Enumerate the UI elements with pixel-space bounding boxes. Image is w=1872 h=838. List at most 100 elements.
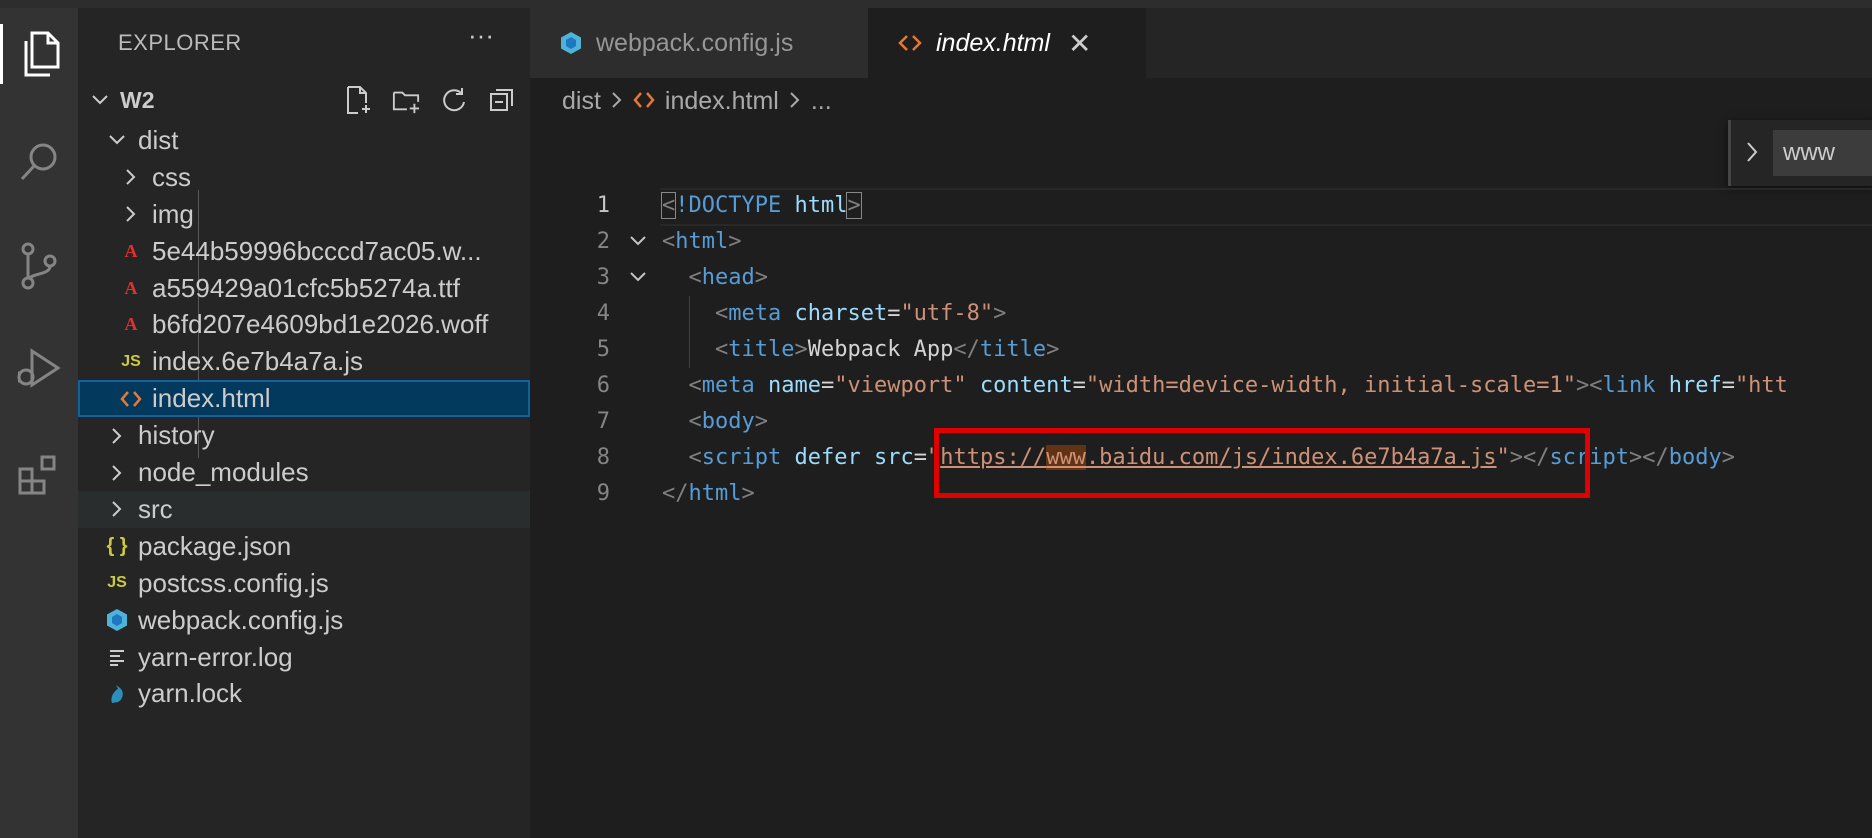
file-item-package-json[interactable]: { } package.json: [78, 528, 530, 565]
code-token: <: [688, 373, 702, 398]
code-token: title: [728, 337, 795, 362]
code-line[interactable]: 1 <!DOCTYPE html>: [0, 188, 1872, 224]
code-text: <title>Webpack App</title>: [662, 332, 1059, 368]
code-token: =: [820, 373, 835, 398]
new-file-icon[interactable]: [344, 86, 372, 114]
code-token: title: [979, 337, 1047, 362]
workspace-name: W2: [120, 86, 155, 113]
file-item-webpack-config-js[interactable]: webpack.config.js: [78, 602, 530, 639]
code-token: >: [794, 337, 808, 362]
code-line[interactable]: 3 <head>: [0, 260, 1872, 296]
code-token: link: [1602, 373, 1656, 398]
chevron-right-icon[interactable]: [1745, 140, 1759, 169]
explorer-icon[interactable]: [0, 24, 78, 84]
html-file-icon: [633, 87, 655, 116]
code-token: </: [953, 337, 980, 362]
breadcrumb: dist index.html ...: [562, 84, 832, 118]
code-token: defer: [794, 445, 861, 470]
tree-item-label: yarn.lock: [138, 678, 243, 709]
code-text: <head>: [662, 260, 768, 296]
code-line[interactable]: 2 <html>: [0, 224, 1872, 260]
line-number: 6: [596, 373, 610, 398]
log-file-icon: [102, 648, 132, 667]
code-token: <: [688, 265, 702, 290]
code-text: <meta name="viewport" content="width=dev…: [662, 368, 1788, 404]
code-text: <!DOCTYPE html>: [660, 188, 862, 224]
line-number: 8: [596, 445, 610, 470]
code-token: =: [1721, 373, 1735, 398]
code-token: </: [662, 481, 689, 506]
code-token: <: [688, 445, 702, 470]
code-token: <: [714, 337, 729, 362]
breadcrumb-file[interactable]: index.html: [665, 87, 779, 116]
code-token: >: [1046, 337, 1060, 362]
file-item-postcss-config-js[interactable]: JS postcss.config.js: [78, 565, 530, 602]
search-icon[interactable]: [0, 132, 78, 192]
code-token: "utf-8": [900, 301, 994, 326]
code-text: <body>: [662, 404, 768, 440]
line-number: 3: [596, 265, 610, 290]
code-token: ></: [1629, 445, 1669, 470]
tab-index-html[interactable]: index.html ✕: [868, 8, 1146, 78]
close-icon[interactable]: ✕: [1068, 27, 1091, 60]
code-token: <: [688, 409, 702, 434]
folder-item-dist[interactable]: dist: [78, 122, 530, 159]
chevron-right-icon: [116, 168, 146, 186]
code-text: <html>: [662, 224, 741, 260]
fold-chevron-icon[interactable]: [628, 230, 648, 255]
code-token: =: [887, 301, 901, 326]
fold-chevron-icon[interactable]: [628, 266, 648, 291]
code-token: html: [675, 229, 729, 254]
breadcrumb-more[interactable]: ...: [811, 87, 832, 116]
code-token: body: [701, 409, 755, 434]
js-file-icon: JS: [107, 574, 127, 592]
code-line[interactable]: 5 <title>Webpack App</title>: [0, 332, 1872, 368]
code-token: "viewport": [834, 373, 967, 398]
code-token: >: [754, 265, 768, 290]
webpack-icon: [560, 31, 582, 55]
chevron-down-icon: [86, 94, 114, 106]
code-token: name: [767, 373, 821, 398]
code-token: >: [1721, 445, 1736, 470]
tree-item-label: postcss.config.js: [138, 567, 329, 598]
breadcrumb-folder[interactable]: dist: [562, 87, 601, 116]
refresh-icon[interactable]: [440, 86, 468, 114]
code-token: head: [701, 265, 755, 290]
code-token: script: [701, 445, 782, 470]
code-token: charset: [794, 301, 888, 326]
code-token: <: [662, 229, 676, 254]
code-line[interactable]: 4 <meta charset="utf-8">: [0, 296, 1872, 332]
line-number: 7: [596, 409, 610, 434]
webpack-icon: [102, 608, 132, 632]
collapse-all-icon[interactable]: [488, 86, 516, 114]
tree-item-label: yarn-error.log: [138, 641, 293, 672]
html-file-icon: [898, 33, 922, 53]
file-item-yarn-error-log[interactable]: yarn-error.log: [78, 639, 530, 676]
code-token: src: [873, 445, 914, 470]
code-token: html: [794, 193, 848, 218]
file-item-yarn-lock[interactable]: yarn.lock: [78, 676, 530, 713]
code-text: </html>: [662, 476, 755, 512]
code-token: content: [979, 373, 1073, 398]
tree-item-label: dist: [138, 124, 179, 155]
line-number: 9: [596, 481, 610, 506]
code-token: =: [913, 445, 927, 470]
highlight-box: [934, 428, 1590, 498]
find-input[interactable]: www: [1773, 130, 1872, 176]
code-line[interactable]: 6 <meta name="viewport" content="width=d…: [0, 368, 1872, 404]
line-number: 1: [596, 193, 610, 218]
code-token: >: [741, 481, 755, 506]
new-folder-icon[interactable]: [392, 86, 420, 114]
tab-webpack-config[interactable]: webpack.config.js: [530, 8, 869, 78]
explorer-actions: [344, 86, 516, 114]
tab-label: webpack.config.js: [596, 28, 794, 57]
more-actions-icon[interactable]: ···: [468, 20, 494, 51]
